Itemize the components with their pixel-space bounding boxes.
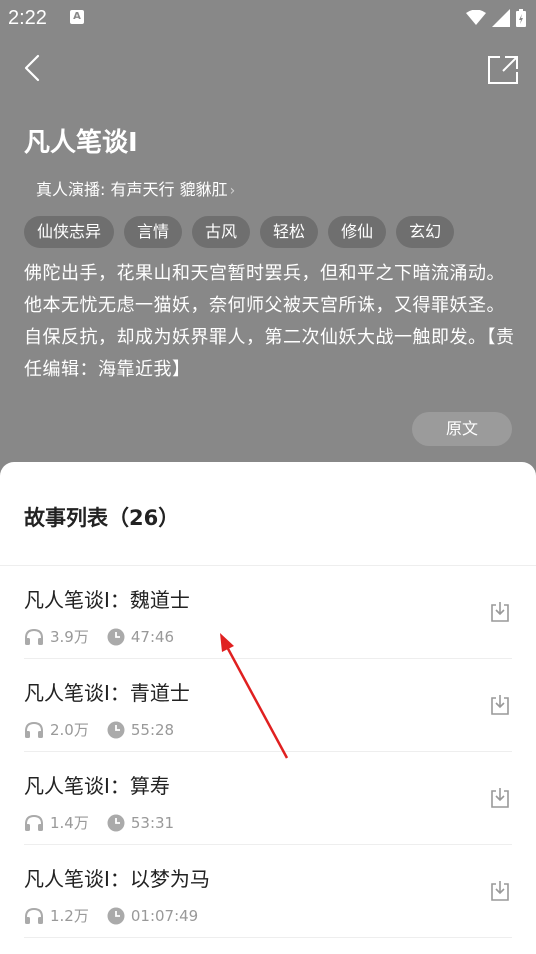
performer-row[interactable]: 真人演播: 有声天行 貔貅肛 › [36, 176, 235, 200]
list-item[interactable]: 凡人笔谈Ⅰ：青道士 2.0万 55:28 [24, 659, 512, 752]
description: 佛陀出手，花果山和天宫暂时罢兵，但和平之下暗流涌动。他本无忧无虑一猫妖，奈何师父… [24, 263, 515, 380]
download-icon[interactable] [488, 786, 512, 810]
status-icons [466, 8, 526, 28]
tag[interactable]: 轻松 [260, 216, 319, 248]
story-list-header: 故事列表（26） [0, 462, 536, 566]
download-icon[interactable] [488, 600, 512, 624]
status-bar: 2:22 A [0, 0, 536, 36]
episode-title: 凡人笔谈Ⅰ：魏道士 [24, 588, 190, 612]
episode-meta: 1.4万 53:31 [24, 812, 192, 833]
tag[interactable]: 言情 [124, 216, 183, 248]
story-list-title: 故事列表（26） [24, 506, 180, 530]
performer-names: 有声天行 貔貅肛 [110, 180, 228, 199]
headphones-icon [25, 628, 43, 645]
story-list-sheet: 故事列表（26） 凡人笔谈Ⅰ：魏道士 3.9万 47:46 凡人笔谈Ⅰ：青道士 … [0, 462, 536, 954]
tag[interactable]: 修仙 [328, 216, 387, 248]
battery-icon [516, 9, 526, 27]
episode-title: 凡人笔谈Ⅰ：算寿 [24, 774, 170, 798]
status-time: 2:22 [8, 7, 47, 29]
play-count: 2.0万 [50, 721, 89, 739]
notification-badge: A [70, 10, 84, 24]
tag-list: 仙侠志异 言情 古风 轻松 修仙 玄幻 [24, 216, 455, 248]
clock-icon [107, 721, 125, 738]
chevron-right-icon: › [229, 183, 236, 199]
play-count: 3.9万 [50, 628, 89, 646]
tag[interactable]: 玄幻 [396, 216, 455, 248]
play-count: 1.4万 [50, 814, 89, 832]
list-item[interactable]: 凡人笔谈Ⅰ：魏道士 3.9万 47:46 [24, 566, 512, 659]
wifi-icon [466, 10, 486, 25]
clock-icon [107, 628, 125, 645]
clock-icon [107, 814, 125, 831]
original-text-button[interactable]: 原文 [412, 412, 512, 446]
list-item[interactable]: 凡人笔谈Ⅰ：算寿 1.4万 53:31 [24, 752, 512, 845]
performer-label: 真人演播: [36, 180, 106, 199]
back-icon[interactable] [18, 52, 50, 84]
play-count: 1.2万 [50, 907, 89, 925]
list-item[interactable]: 凡人笔谈Ⅰ：以梦为马 1.2万 01:07:49 [24, 845, 512, 938]
clock-icon [107, 907, 125, 924]
tag[interactable]: 仙侠志异 [24, 216, 115, 248]
episode-meta: 2.0万 55:28 [24, 719, 192, 740]
duration: 01:07:49 [130, 906, 199, 925]
download-icon[interactable] [488, 693, 512, 717]
download-icon[interactable] [488, 879, 512, 903]
signal-icon [492, 9, 510, 27]
episode-meta: 1.2万 01:07:49 [24, 905, 216, 926]
headphones-icon [25, 907, 43, 924]
episode-meta: 3.9万 47:46 [24, 626, 192, 647]
headphones-icon [25, 814, 43, 831]
duration: 53:31 [130, 813, 175, 832]
share-icon[interactable] [486, 54, 520, 86]
episode-title: 凡人笔谈Ⅰ：以梦为马 [24, 867, 210, 891]
headphones-icon [25, 721, 43, 738]
episode-title: 凡人笔谈Ⅰ：青道士 [24, 681, 190, 705]
duration: 55:28 [130, 720, 175, 739]
page-title: 凡人笔谈Ⅰ [24, 127, 138, 157]
duration: 47:46 [130, 627, 175, 646]
tag[interactable]: 古风 [192, 216, 251, 248]
